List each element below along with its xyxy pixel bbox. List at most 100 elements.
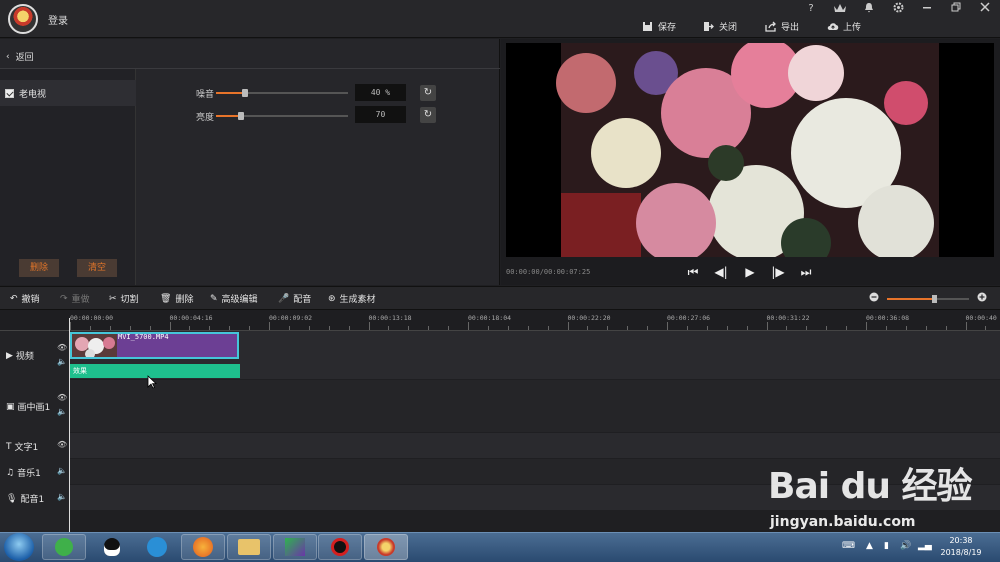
- taskbar-app-explorer[interactable]: [227, 534, 271, 560]
- login-link[interactable]: 登录: [48, 12, 68, 27]
- effect-item-old-tv[interactable]: 老电视: [0, 80, 136, 106]
- taskbar-clock[interactable]: 20:38 2018/8/19: [935, 535, 987, 559]
- skip-start-icon[interactable]: ⏮: [684, 264, 702, 280]
- clear-effects-button[interactable]: 清空: [77, 259, 117, 277]
- close-icon[interactable]: [977, 2, 993, 16]
- zoom-slider-handle[interactable]: [931, 295, 937, 303]
- brightness-slider[interactable]: [216, 112, 348, 120]
- cut-button[interactable]: ✂ 切割: [109, 292, 139, 306]
- video-preview[interactable]: [506, 43, 994, 257]
- folder-icon: [238, 539, 260, 555]
- eye-icon[interactable]: 👁: [57, 393, 67, 402]
- taskbar-app-firefox[interactable]: [181, 534, 225, 560]
- pip-track-icon: ▣: [6, 401, 15, 412]
- advanced-edit-label: 高级编辑: [221, 295, 258, 305]
- restore-icon[interactable]: [948, 2, 964, 16]
- next-frame-icon[interactable]: |▶: [769, 264, 787, 280]
- ruler-tick: [686, 326, 688, 330]
- tray-volume-icon[interactable]: 🔊: [900, 541, 911, 551]
- zoom-in-icon: [977, 292, 987, 302]
- export-button[interactable]: 导出: [765, 18, 799, 34]
- track-label-text: 配音1: [20, 495, 45, 505]
- vip-icon[interactable]: [832, 2, 848, 16]
- brightness-reset-button[interactable]: ↻: [420, 107, 436, 123]
- delete-effect-button[interactable]: 删除: [19, 259, 59, 277]
- watermark-url: jingyan.baidu.com: [770, 514, 916, 530]
- eye-icon[interactable]: 👁: [57, 343, 67, 352]
- voice-track-label: 🎙 配音1: [6, 492, 45, 506]
- ruler-tick: [627, 326, 629, 330]
- minimize-icon[interactable]: [919, 2, 935, 16]
- eye-icon[interactable]: 👁: [57, 440, 67, 449]
- skip-end-icon[interactable]: ⏭: [797, 264, 815, 280]
- start-button[interactable]: [4, 533, 34, 561]
- save-label: 保存: [658, 22, 677, 33]
- play-icon[interactable]: ▶: [741, 264, 759, 280]
- bell-icon[interactable]: [861, 2, 877, 16]
- text-track[interactable]: [70, 433, 1000, 458]
- taskbar-app-recorder[interactable]: [318, 534, 362, 560]
- ruler-tick: [468, 322, 469, 330]
- tray-keyboard-icon[interactable]: ⌨: [842, 541, 855, 551]
- ruler-tick: [826, 326, 828, 330]
- gear-icon[interactable]: [890, 2, 906, 16]
- noise-value[interactable]: 40 %: [355, 84, 406, 101]
- tray-expand-icon[interactable]: ▲: [866, 541, 873, 551]
- taskbar-app-editor[interactable]: [273, 534, 317, 560]
- back-button[interactable]: ‹ 返回: [6, 50, 34, 64]
- generate-material-button[interactable]: ⊛ 生成素材: [328, 292, 376, 306]
- advanced-edit-button[interactable]: ✎ 高级编辑: [210, 292, 258, 306]
- ruler-tick: [706, 326, 708, 330]
- zoom-in-button[interactable]: [977, 292, 987, 302]
- playhead[interactable]: [69, 318, 70, 532]
- ruler-tick: [249, 326, 251, 330]
- speaker-icon[interactable]: 🔈: [57, 492, 67, 501]
- clock-time: 20:38: [949, 536, 973, 545]
- tray-network-icon[interactable]: ▂▄: [918, 541, 932, 551]
- delete-button[interactable]: 🗑 删除: [160, 292, 193, 306]
- taskbar-app-active[interactable]: [364, 534, 408, 560]
- noise-reset-button[interactable]: ↻: [420, 85, 436, 101]
- pip-track[interactable]: [70, 380, 1000, 432]
- upload-button[interactable]: 上传: [827, 18, 861, 34]
- noise-slider-handle[interactable]: [242, 89, 249, 97]
- save-button[interactable]: 保存: [642, 18, 676, 34]
- speaker-icon[interactable]: 🔈: [57, 357, 67, 366]
- ruler-tick: [269, 322, 270, 330]
- help-icon[interactable]: ?: [803, 2, 819, 16]
- dubbing-button[interactable]: 🎤 配音: [278, 292, 311, 306]
- undo-icon: ↶: [10, 293, 18, 304]
- noise-slider[interactable]: [216, 89, 348, 97]
- zoom-out-button[interactable]: [869, 292, 879, 302]
- zoom-slider[interactable]: [887, 295, 969, 303]
- video-track-icon: ▶: [6, 350, 13, 361]
- timeline-toolbar: [0, 286, 1000, 310]
- redo-label: 重做: [71, 295, 90, 305]
- prev-frame-icon[interactable]: ◀|: [712, 264, 730, 280]
- close-project-button[interactable]: 关闭: [703, 18, 737, 34]
- ruler-tick-label: 00:00:18:04: [468, 314, 512, 322]
- ruler-tick: [448, 326, 450, 330]
- taskbar-app-360[interactable]: [42, 534, 86, 560]
- brightness-value[interactable]: 70: [355, 106, 406, 123]
- back-label: 返回: [15, 53, 34, 63]
- speaker-icon[interactable]: 🔈: [57, 466, 67, 475]
- ruler-tick: [288, 326, 290, 330]
- track-label-text: 视频: [15, 352, 34, 362]
- taskbar-app-qq[interactable]: [90, 534, 134, 560]
- ruler-tick: [567, 322, 569, 330]
- track-label-text: 画中画1: [17, 403, 51, 413]
- effect-checkbox[interactable]: [5, 88, 14, 98]
- ruler-tick-label: 00:00:27:06: [667, 314, 711, 322]
- undo-button[interactable]: ↶ 撤销: [10, 292, 40, 306]
- tray-device-icon[interactable]: ▮: [884, 541, 889, 551]
- qq-icon: [104, 538, 120, 556]
- ruler-tick: [169, 322, 171, 330]
- speaker-icon[interactable]: 🔈: [57, 407, 67, 416]
- ruler-tick: [308, 326, 310, 330]
- redo-button[interactable]: ↷ 重做: [60, 292, 90, 306]
- ruler-tick: [647, 326, 649, 330]
- taskbar-app-film[interactable]: [135, 534, 179, 560]
- undo-label: 撤销: [21, 295, 40, 305]
- brightness-slider-handle[interactable]: [238, 112, 245, 120]
